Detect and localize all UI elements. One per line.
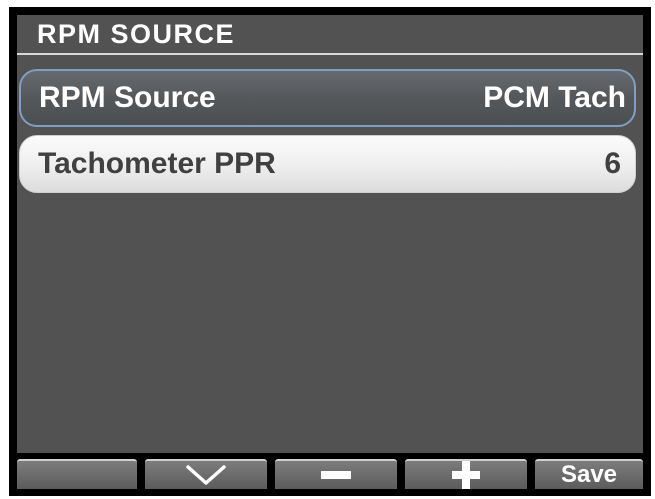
setting-label: Tachometer PPR — [38, 147, 276, 180]
minus-icon — [321, 471, 351, 479]
setting-row-tachometer-ppr[interactable]: Tachometer PPR 6 — [19, 135, 636, 193]
plus-icon — [452, 461, 480, 489]
save-label: Save — [560, 461, 618, 488]
title-bar: RPM SOURCE — [17, 15, 643, 53]
softkey-blank-button[interactable] — [17, 459, 137, 489]
setting-row-rpm-source[interactable]: RPM Source PCM Tach — [19, 69, 636, 127]
setting-label: RPM Source — [39, 81, 216, 114]
save-button[interactable]: Save — [535, 459, 643, 489]
menu-panel: RPM SOURCE RPM Source PCM Tach Tachomete… — [17, 15, 643, 489]
device-screen: RPM SOURCE RPM Source PCM Tach Tachomete… — [9, 7, 651, 496]
chevron-down-icon — [186, 465, 226, 485]
title-divider — [17, 53, 643, 55]
down-button[interactable] — [145, 459, 267, 489]
softkey-bar: Save — [17, 453, 643, 489]
setting-value: 6 — [604, 147, 621, 180]
setting-value: PCM Tach — [483, 81, 626, 114]
plus-button[interactable] — [405, 459, 527, 489]
page-title: RPM SOURCE — [37, 19, 236, 49]
minus-button[interactable] — [275, 459, 397, 489]
